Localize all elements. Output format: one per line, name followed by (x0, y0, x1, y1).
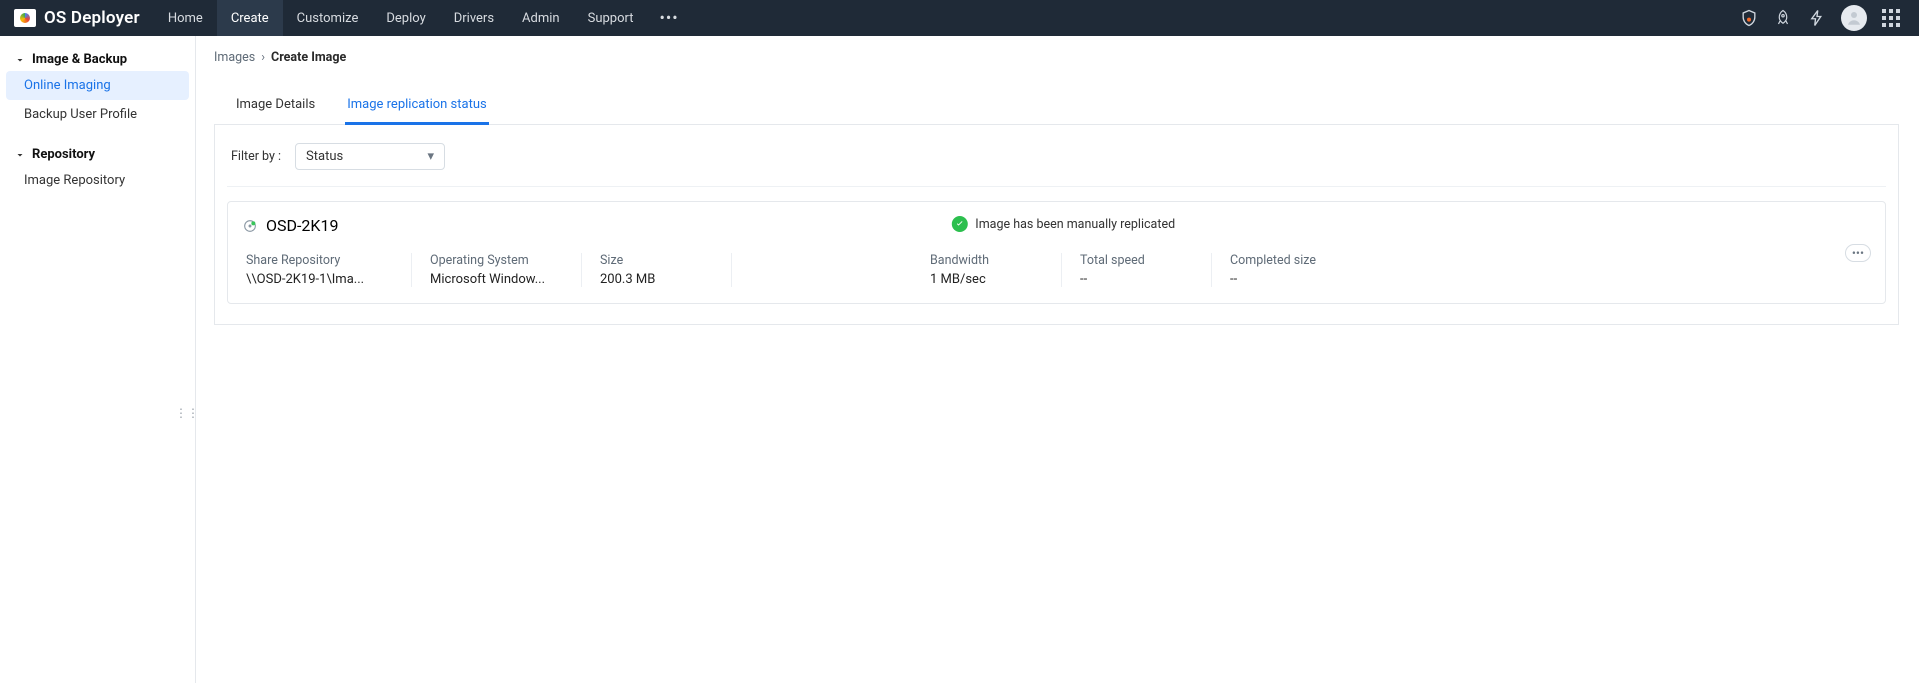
avatar[interactable] (1841, 5, 1867, 31)
breadcrumb-current: Create Image (271, 50, 346, 65)
sidebar-item-online-imaging[interactable]: Online Imaging (6, 71, 189, 100)
tab-image-replication-status[interactable]: Image replication status (345, 87, 489, 125)
layout: Image & Backup Online Imaging Backup Use… (0, 36, 1919, 683)
field-bandwidth: Bandwidth 1 MB/sec (912, 253, 1062, 287)
app-grid-icon[interactable] (1881, 8, 1901, 28)
tabs: Image Details Image replication status (214, 87, 1899, 125)
field-label: Operating System (430, 253, 563, 268)
nav-customize[interactable]: Customize (283, 0, 373, 36)
sidebar-head-repository[interactable]: Repository (6, 143, 189, 166)
replication-card: OSD-2K19 Image has been manually replica… (227, 201, 1886, 304)
breadcrumb-root[interactable]: Images (214, 50, 255, 65)
nav-create[interactable]: Create (217, 0, 283, 36)
tab-image-details[interactable]: Image Details (234, 87, 317, 125)
nav-deploy[interactable]: Deploy (372, 0, 439, 36)
shield-icon[interactable] (1739, 8, 1759, 28)
field-label: Share Repository (246, 253, 393, 268)
brand-icon (14, 9, 36, 27)
nav-admin[interactable]: Admin (508, 0, 574, 36)
chevron-down-icon (14, 54, 26, 66)
caret-down-icon: ▾ (428, 149, 435, 164)
field-value: \\OSD-2K19-1\Ima... (246, 272, 393, 287)
nav-home[interactable]: Home (154, 0, 217, 36)
main: Images › Create Image Image Details Imag… (196, 36, 1919, 683)
field-label: Bandwidth (930, 253, 1043, 268)
field-operating-system: Operating System Microsoft Window... (412, 253, 582, 287)
field-size: Size 200.3 MB (582, 253, 732, 287)
topbar: OS Deployer Home Create Customize Deploy… (0, 0, 1919, 36)
topbar-actions (1729, 5, 1911, 31)
card-title: OSD-2K19 (242, 216, 338, 235)
sidebar-group-image-backup: Image & Backup Online Imaging Backup Use… (6, 48, 189, 129)
sidebar-group-label: Image & Backup (32, 52, 127, 67)
bolt-icon[interactable] (1807, 8, 1827, 28)
brand-text: OS Deployer (44, 8, 140, 28)
field-label: Size (600, 253, 713, 268)
sidebar-group-label: Repository (32, 147, 95, 162)
filter-selected: Status (306, 149, 343, 164)
replication-fields: Share Repository \\OSD-2K19-1\Ima... Ope… (242, 253, 1871, 287)
sidebar-item-backup-user-profile[interactable]: Backup User Profile (6, 100, 189, 129)
nav-support[interactable]: Support (574, 0, 648, 36)
filter-row: Filter by : Status ▾ (227, 143, 1886, 187)
field-label: Completed size (1230, 253, 1344, 268)
field-value: -- (1080, 272, 1193, 287)
sidebar-item-image-repository[interactable]: Image Repository (6, 166, 189, 195)
field-share-repository: Share Repository \\OSD-2K19-1\Ima... (242, 253, 412, 287)
sidebar: Image & Backup Online Imaging Backup Use… (0, 36, 196, 683)
chevron-down-icon (14, 149, 26, 161)
breadcrumb: Images › Create Image (214, 50, 1899, 65)
replication-name: OSD-2K19 (266, 216, 338, 235)
card-more-button[interactable]: ••• (1845, 244, 1871, 262)
filter-label: Filter by : (231, 149, 281, 164)
more-icon: ••• (659, 10, 678, 26)
nav-drivers[interactable]: Drivers (440, 0, 508, 36)
card-actions: ••• (1845, 246, 1871, 261)
field-label: Total speed (1080, 253, 1193, 268)
field-value: Microsoft Window... (430, 272, 563, 287)
chevron-right-icon: › (261, 50, 265, 65)
disc-icon (242, 218, 258, 234)
field-value: -- (1230, 272, 1344, 287)
sidebar-head-image-backup[interactable]: Image & Backup (6, 48, 189, 71)
filter-select[interactable]: Status ▾ (295, 143, 445, 170)
card-status: Image has been manually replicated (951, 216, 1175, 232)
field-total-speed: Total speed -- (1062, 253, 1212, 287)
status-text: Image has been manually replicated (975, 217, 1175, 232)
field-value: 1 MB/sec (930, 272, 1043, 287)
brand[interactable]: OS Deployer (0, 0, 154, 36)
sidebar-resize-handle[interactable]: ⋮⋮ (175, 406, 199, 420)
top-nav: Home Create Customize Deploy Drivers Adm… (154, 0, 691, 36)
check-circle-icon (951, 216, 967, 232)
field-completed-size: Completed size -- (1212, 253, 1362, 287)
field-value: 200.3 MB (600, 272, 713, 287)
sidebar-group-repository: Repository Image Repository (6, 143, 189, 195)
nav-more[interactable]: ••• (647, 0, 690, 36)
replication-panel: Filter by : Status ▾ OSD-2K19 (214, 125, 1899, 325)
rocket-icon[interactable] (1773, 8, 1793, 28)
